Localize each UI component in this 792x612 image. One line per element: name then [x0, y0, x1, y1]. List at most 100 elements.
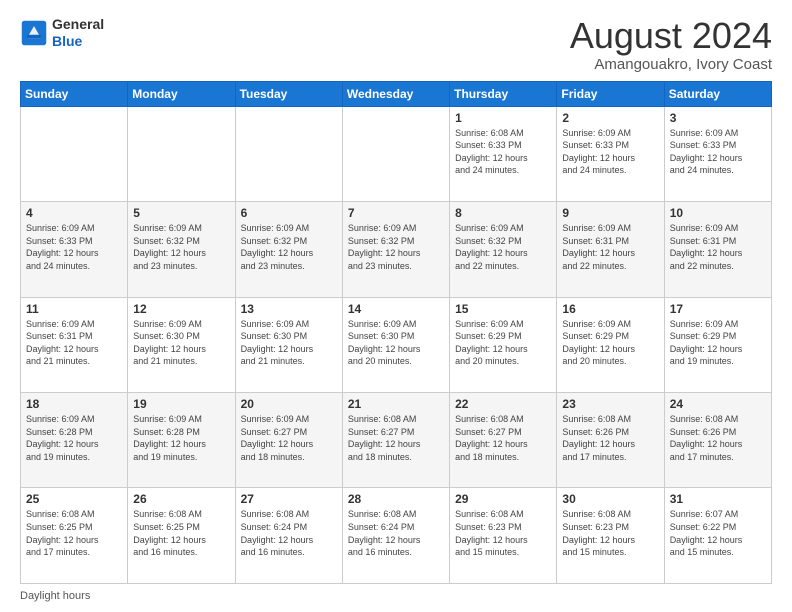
- calendar-cell: 8 Sunrise: 6:09 AM Sunset: 6:32 PM Daylig…: [450, 202, 557, 297]
- calendar-table: SundayMondayTuesdayWednesdayThursdayFrid…: [20, 81, 772, 584]
- day-number: 22: [455, 397, 551, 411]
- calendar-cell: 14 Sunrise: 6:09 AM Sunset: 6:30 PM Dayli…: [342, 297, 449, 392]
- calendar-cell: 10Sunrise: 6:09 AM Sunset: 6:31 PM Dayli…: [664, 202, 771, 297]
- day-info: Sunrise: 6:08 AM Sunset: 6:26 PM Dayligh…: [670, 413, 766, 463]
- day-number: 3: [670, 111, 766, 125]
- day-number: 23: [562, 397, 658, 411]
- day-number: 1: [455, 111, 551, 125]
- day-info: Sunrise: 6:09 AM Sunset: 6:33 PM Dayligh…: [26, 222, 122, 272]
- calendar-cell: 25 Sunrise: 6:08 AM Sunset: 6:25 PM Dayli…: [21, 488, 128, 584]
- calendar-cell: [21, 106, 128, 201]
- logo: General Blue: [20, 16, 104, 50]
- day-number: 12: [133, 302, 229, 316]
- calendar-cell: 29Sunrise: 6:08 AM Sunset: 6:23 PM Dayli…: [450, 488, 557, 584]
- calendar-cell: 20Sunrise: 6:09 AM Sunset: 6:27 PM Dayli…: [235, 393, 342, 488]
- col-header-thursday: Thursday: [450, 81, 557, 106]
- day-info: Sunrise: 6:08 AM Sunset: 6:24 PM Dayligh…: [348, 508, 444, 558]
- day-number: 29: [455, 492, 551, 506]
- calendar-cell: 3 Sunrise: 6:09 AM Sunset: 6:33 PM Daylig…: [664, 106, 771, 201]
- day-info: Sunrise: 6:08 AM Sunset: 6:27 PM Dayligh…: [455, 413, 551, 463]
- calendar-cell: 17 Sunrise: 6:09 AM Sunset: 6:29 PM Dayli…: [664, 297, 771, 392]
- day-info: Sunrise: 6:09 AM Sunset: 6:30 PM Dayligh…: [241, 318, 337, 368]
- day-number: 8: [455, 206, 551, 220]
- day-number: 31: [670, 492, 766, 506]
- calendar-cell: 15 Sunrise: 6:09 AM Sunset: 6:29 PM Dayli…: [450, 297, 557, 392]
- calendar-cell: 12 Sunrise: 6:09 AM Sunset: 6:30 PM Dayli…: [128, 297, 235, 392]
- day-info: Sunrise: 6:08 AM Sunset: 6:23 PM Dayligh…: [562, 508, 658, 558]
- day-number: 26: [133, 492, 229, 506]
- day-info: Sunrise: 6:09 AM Sunset: 6:30 PM Dayligh…: [133, 318, 229, 368]
- calendar-cell: [342, 106, 449, 201]
- day-number: 6: [241, 206, 337, 220]
- calendar-cell: 24 Sunrise: 6:08 AM Sunset: 6:26 PM Dayli…: [664, 393, 771, 488]
- logo-icon: [20, 19, 48, 47]
- calendar-cell: 23 Sunrise: 6:08 AM Sunset: 6:26 PM Dayli…: [557, 393, 664, 488]
- day-number: 4: [26, 206, 122, 220]
- day-info: Sunrise: 6:09 AM Sunset: 6:33 PM Dayligh…: [670, 127, 766, 177]
- calendar-cell: 19 Sunrise: 6:09 AM Sunset: 6:28 PM Dayli…: [128, 393, 235, 488]
- calendar-cell: 30 Sunrise: 6:08 AM Sunset: 6:23 PM Dayli…: [557, 488, 664, 584]
- page-title: August 2024: [570, 16, 772, 56]
- calendar-cell: 27 Sunrise: 6:08 AM Sunset: 6:24 PM Dayli…: [235, 488, 342, 584]
- day-info: Sunrise: 6:09 AM Sunset: 6:32 PM Dayligh…: [133, 222, 229, 272]
- day-info: Sunrise: 6:09 AM Sunset: 6:32 PM Dayligh…: [348, 222, 444, 272]
- day-number: 19: [133, 397, 229, 411]
- calendar-cell: 31Sunrise: 6:07 AM Sunset: 6:22 PM Dayli…: [664, 488, 771, 584]
- calendar-cell: 7 Sunrise: 6:09 AM Sunset: 6:32 PM Daylig…: [342, 202, 449, 297]
- col-header-saturday: Saturday: [664, 81, 771, 106]
- calendar-cell: 21 Sunrise: 6:08 AM Sunset: 6:27 PM Dayli…: [342, 393, 449, 488]
- day-info: Sunrise: 6:08 AM Sunset: 6:24 PM Dayligh…: [241, 508, 337, 558]
- day-info: Sunrise: 6:09 AM Sunset: 6:28 PM Dayligh…: [26, 413, 122, 463]
- day-info: Sunrise: 6:08 AM Sunset: 6:26 PM Dayligh…: [562, 413, 658, 463]
- day-number: 11: [26, 302, 122, 316]
- day-number: 27: [241, 492, 337, 506]
- day-number: 25: [26, 492, 122, 506]
- day-info: Sunrise: 6:09 AM Sunset: 6:28 PM Dayligh…: [133, 413, 229, 463]
- page-subtitle: Amangouakro, Ivory Coast: [570, 56, 772, 73]
- day-number: 10: [670, 206, 766, 220]
- day-info: Sunrise: 6:08 AM Sunset: 6:25 PM Dayligh…: [26, 508, 122, 558]
- calendar-cell: 6Sunrise: 6:09 AM Sunset: 6:32 PM Daylig…: [235, 202, 342, 297]
- day-info: Sunrise: 6:08 AM Sunset: 6:33 PM Dayligh…: [455, 127, 551, 177]
- col-header-monday: Monday: [128, 81, 235, 106]
- calendar-cell: 4 Sunrise: 6:09 AM Sunset: 6:33 PM Daylig…: [21, 202, 128, 297]
- day-info: Sunrise: 6:09 AM Sunset: 6:29 PM Dayligh…: [455, 318, 551, 368]
- calendar-cell: [128, 106, 235, 201]
- logo-blue: Blue: [52, 33, 104, 50]
- day-info: Sunrise: 6:09 AM Sunset: 6:30 PM Dayligh…: [348, 318, 444, 368]
- calendar-cell: 1 Sunrise: 6:08 AM Sunset: 6:33 PM Daylig…: [450, 106, 557, 201]
- day-number: 17: [670, 302, 766, 316]
- day-number: 14: [348, 302, 444, 316]
- logo-text: General Blue: [52, 16, 104, 50]
- day-number: 16: [562, 302, 658, 316]
- calendar-cell: 2Sunrise: 6:09 AM Sunset: 6:33 PM Daylig…: [557, 106, 664, 201]
- calendar-cell: 18 Sunrise: 6:09 AM Sunset: 6:28 PM Dayli…: [21, 393, 128, 488]
- calendar-cell: 13 Sunrise: 6:09 AM Sunset: 6:30 PM Dayli…: [235, 297, 342, 392]
- title-section: August 2024 Amangouakro, Ivory Coast: [570, 16, 772, 73]
- col-header-wednesday: Wednesday: [342, 81, 449, 106]
- day-number: 18: [26, 397, 122, 411]
- day-number: 24: [670, 397, 766, 411]
- day-number: 15: [455, 302, 551, 316]
- day-info: Sunrise: 6:09 AM Sunset: 6:27 PM Dayligh…: [241, 413, 337, 463]
- col-header-sunday: Sunday: [21, 81, 128, 106]
- day-number: 7: [348, 206, 444, 220]
- day-number: 9: [562, 206, 658, 220]
- day-info: Sunrise: 6:09 AM Sunset: 6:32 PM Dayligh…: [455, 222, 551, 272]
- calendar-cell: 22 Sunrise: 6:08 AM Sunset: 6:27 PM Dayli…: [450, 393, 557, 488]
- day-info: Sunrise: 6:09 AM Sunset: 6:31 PM Dayligh…: [26, 318, 122, 368]
- footer-daylight: Daylight hours: [20, 590, 772, 602]
- day-number: 30: [562, 492, 658, 506]
- calendar-cell: 16Sunrise: 6:09 AM Sunset: 6:29 PM Dayli…: [557, 297, 664, 392]
- calendar-cell: 28Sunrise: 6:08 AM Sunset: 6:24 PM Dayli…: [342, 488, 449, 584]
- day-info: Sunrise: 6:08 AM Sunset: 6:27 PM Dayligh…: [348, 413, 444, 463]
- calendar-cell: 5 Sunrise: 6:09 AM Sunset: 6:32 PM Daylig…: [128, 202, 235, 297]
- day-number: 21: [348, 397, 444, 411]
- day-info: Sunrise: 6:09 AM Sunset: 6:29 PM Dayligh…: [670, 318, 766, 368]
- calendar-cell: 9Sunrise: 6:09 AM Sunset: 6:31 PM Daylig…: [557, 202, 664, 297]
- calendar-cell: [235, 106, 342, 201]
- col-header-tuesday: Tuesday: [235, 81, 342, 106]
- day-number: 5: [133, 206, 229, 220]
- col-header-friday: Friday: [557, 81, 664, 106]
- day-number: 13: [241, 302, 337, 316]
